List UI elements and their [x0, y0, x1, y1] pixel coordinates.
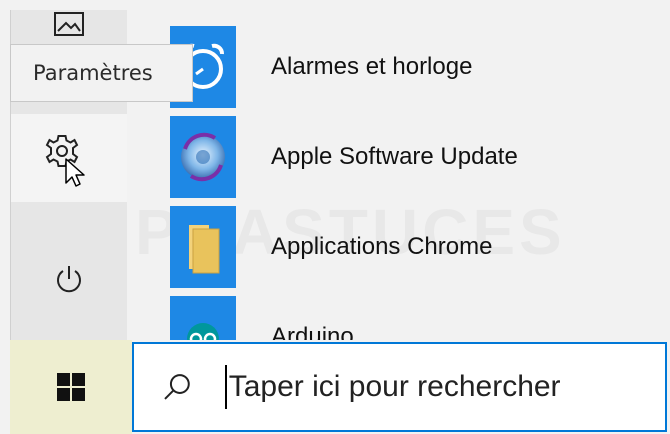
settings-tooltip: Paramètres — [10, 44, 193, 102]
search-box[interactable] — [132, 342, 667, 432]
app-tile — [170, 116, 236, 198]
windows-logo-icon — [57, 373, 85, 401]
apple-update-icon — [181, 132, 225, 182]
app-label: Apple Software Update — [271, 143, 518, 170]
power-icon — [57, 266, 81, 293]
search-input[interactable] — [228, 370, 665, 404]
gear-icon — [45, 135, 85, 187]
pictures-icon — [54, 12, 84, 36]
app-tile — [170, 206, 236, 288]
app-list: Alarmes et horloge Apple Software Update — [170, 10, 670, 378]
start-button[interactable] — [10, 340, 132, 434]
folder-icon — [189, 225, 220, 274]
tooltip-text: Paramètres — [33, 61, 153, 85]
app-applications-chrome[interactable]: Applications Chrome — [170, 202, 670, 292]
app-apple-software-update[interactable]: Apple Software Update — [170, 112, 670, 202]
app-alarmes[interactable]: Alarmes et horloge — [170, 22, 670, 112]
sidebar-item-power[interactable] — [11, 235, 127, 323]
taskbar — [0, 340, 670, 434]
search-icon — [164, 374, 190, 400]
sidebar-item-settings[interactable] — [11, 114, 127, 202]
app-label: Applications Chrome — [271, 233, 493, 260]
text-caret — [224, 365, 227, 409]
app-label: Alarmes et horloge — [271, 53, 473, 80]
